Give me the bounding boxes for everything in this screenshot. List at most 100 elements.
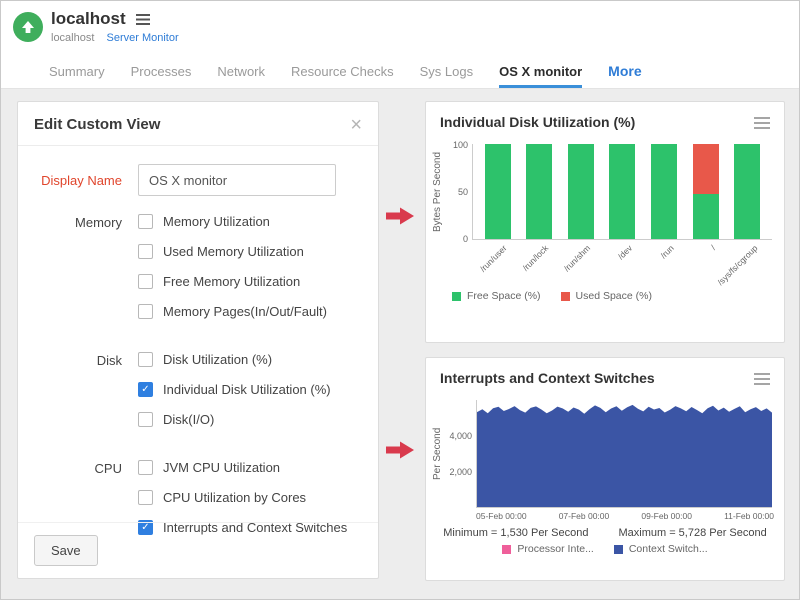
legend-swatch	[614, 545, 623, 554]
checkbox-label: Used Memory Utilization	[163, 244, 304, 259]
checkbox-label: Memory Pages(In/Out/Fault)	[163, 304, 327, 319]
bar-segment-free	[651, 144, 677, 239]
y-axis-label: Per Second	[432, 400, 446, 508]
interrupts-chart-card: Interrupts and Context Switches Per Seco…	[425, 357, 785, 581]
page-title: localhost	[51, 9, 126, 29]
save-button[interactable]: Save	[34, 535, 98, 566]
bar-category-label: /sys/fs/cgroup	[715, 243, 759, 287]
bar-segment-used	[693, 144, 719, 194]
checkbox-checked-icon[interactable]: ✓	[138, 382, 153, 397]
checkbox-unchecked-icon[interactable]	[138, 244, 153, 259]
chart-menu-icon[interactable]	[754, 370, 770, 390]
bar-/run/lock	[526, 144, 552, 239]
checkbox-option-free-memory-utilization[interactable]: Free Memory Utilization	[138, 274, 327, 289]
hamburger-menu-icon[interactable]	[136, 14, 150, 25]
x-axis-labels: /run/user/run/lock/run/shm/dev/run//sys/…	[472, 240, 784, 290]
chart-legend: Processor Inte... Context Switch...	[426, 539, 784, 555]
tab-summary[interactable]: Summary	[49, 64, 105, 88]
bar-category-label: /run/user	[478, 243, 509, 274]
checkbox-unchecked-icon[interactable]	[138, 352, 153, 367]
checkbox-option-individual-disk-utilization-[interactable]: ✓ Individual Disk Utilization (%)	[138, 382, 331, 397]
close-icon[interactable]: ×	[350, 118, 362, 132]
legend-swatch	[561, 292, 570, 301]
app-window: localhost localhost Server Monitor Summa…	[0, 0, 800, 600]
bar-/dev	[609, 144, 635, 239]
checkbox-unchecked-icon[interactable]	[138, 214, 153, 229]
bar-segment-free	[609, 144, 635, 239]
checkbox-option-memory-utilization[interactable]: Memory Utilization	[138, 214, 327, 229]
checkbox-unchecked-icon[interactable]	[138, 490, 153, 505]
checkbox-option-used-memory-utilization[interactable]: Used Memory Utilization	[138, 244, 327, 259]
breadcrumb-server-monitor-link[interactable]: Server Monitor	[106, 32, 178, 44]
group-label-memory: Memory	[18, 214, 138, 334]
bar-category-label: /run/lock	[521, 243, 551, 273]
x-tick: 09-Feb 00:00	[641, 511, 692, 521]
y-tick: 4,000	[449, 431, 472, 441]
tab-processes[interactable]: Processes	[131, 64, 192, 88]
y-tick: 50	[458, 187, 468, 197]
legend-item-processor-interrupts[interactable]: Processor Inte...	[502, 543, 593, 555]
bar-category-label: /run	[658, 243, 675, 260]
arrow-right-icon	[386, 207, 414, 230]
checkbox-option-disk-utilization-[interactable]: Disk Utilization (%)	[138, 352, 331, 367]
maximum-value: Maximum = 5,728 Per Second	[618, 527, 766, 539]
legend-item-free-space[interactable]: Free Space (%)	[452, 290, 541, 302]
page-header: localhost localhost Server Monitor	[1, 1, 799, 55]
x-tick: 07-Feb 00:00	[559, 511, 610, 521]
content-area: Edit Custom View × Display Name Memory Me…	[1, 89, 799, 599]
checkbox-unchecked-icon[interactable]	[138, 304, 153, 319]
tab-os-x-monitor[interactable]: OS X monitor	[499, 64, 582, 88]
legend-item-context-switches[interactable]: Context Switch...	[614, 543, 708, 555]
group-label-disk: Disk	[18, 352, 138, 442]
tab-bar: Summary Processes Network Resource Checks Sy…	[1, 55, 799, 89]
chart-title: Interrupts and Context Switches	[440, 370, 655, 386]
checkbox-option-jvm-cpu-utilization[interactable]: JVM CPU Utilization	[138, 460, 347, 475]
legend-label: Processor Inte...	[517, 543, 593, 555]
tab-more[interactable]: More	[608, 63, 641, 88]
display-name-input[interactable]	[138, 164, 336, 196]
checkbox-option-cpu-utilization-by-cores[interactable]: CPU Utilization by Cores	[138, 490, 347, 505]
x-tick: 05-Feb 00:00	[476, 511, 527, 521]
bar-/run/user	[485, 144, 511, 239]
y-tick: 0	[463, 234, 468, 244]
edit-custom-view-panel: Edit Custom View × Display Name Memory Me…	[17, 101, 379, 579]
checkbox-label: CPU Utilization by Cores	[163, 490, 306, 505]
checkbox-label: Memory Utilization	[163, 214, 270, 229]
breadcrumb-host: localhost	[51, 32, 94, 44]
tab-sys-logs[interactable]: Sys Logs	[420, 64, 473, 88]
bar-/sys/fs/cgroup	[734, 144, 760, 239]
checkbox-unchecked-icon[interactable]	[138, 460, 153, 475]
y-tick: 2,000	[449, 467, 472, 477]
checkbox-option-memory-pages-in-out-fault-[interactable]: Memory Pages(In/Out/Fault)	[138, 304, 327, 319]
checkbox-label: Individual Disk Utilization (%)	[163, 382, 331, 397]
chart-menu-icon[interactable]	[754, 114, 770, 134]
bar-chart-plot	[472, 144, 772, 240]
bar-segment-free	[526, 144, 552, 239]
min-max-summary: Minimum = 1,530 Per Second Maximum = 5,7…	[426, 521, 784, 539]
bar-/run	[651, 144, 677, 239]
monitor-up-status-icon	[13, 12, 43, 42]
panel-title: Edit Custom View	[34, 116, 160, 133]
checkbox-label: Free Memory Utilization	[163, 274, 300, 289]
checkbox-label: JVM CPU Utilization	[163, 460, 280, 475]
checkbox-option-disk-i-o-[interactable]: Disk(I/O)	[138, 412, 331, 427]
breadcrumb: localhost Server Monitor	[51, 32, 799, 44]
tab-network[interactable]: Network	[217, 64, 265, 88]
tab-resource-checks[interactable]: Resource Checks	[291, 64, 394, 88]
y-axis-label: Bytes Per Second	[432, 144, 446, 240]
legend-label: Used Space (%)	[576, 290, 652, 302]
bar-category-label: /dev	[616, 243, 634, 261]
y-axis: 4,000 2,000	[446, 400, 476, 508]
legend-item-used-space[interactable]: Used Space (%)	[561, 290, 652, 302]
checkbox-unchecked-icon[interactable]	[138, 412, 153, 427]
display-name-label: Display Name	[18, 164, 138, 196]
minimum-value: Minimum = 1,530 Per Second	[443, 527, 588, 539]
checkbox-label: Disk Utilization (%)	[163, 352, 272, 367]
bar-/	[693, 144, 719, 239]
x-tick: 11-Feb 00:00	[724, 511, 774, 521]
bar-segment-free	[734, 144, 760, 239]
x-axis-labels: 05-Feb 00:00 07-Feb 00:00 09-Feb 00:00 1…	[476, 508, 774, 521]
arrow-right-icon	[386, 441, 414, 464]
checkbox-unchecked-icon[interactable]	[138, 274, 153, 289]
checkbox-label: Disk(I/O)	[163, 412, 214, 427]
